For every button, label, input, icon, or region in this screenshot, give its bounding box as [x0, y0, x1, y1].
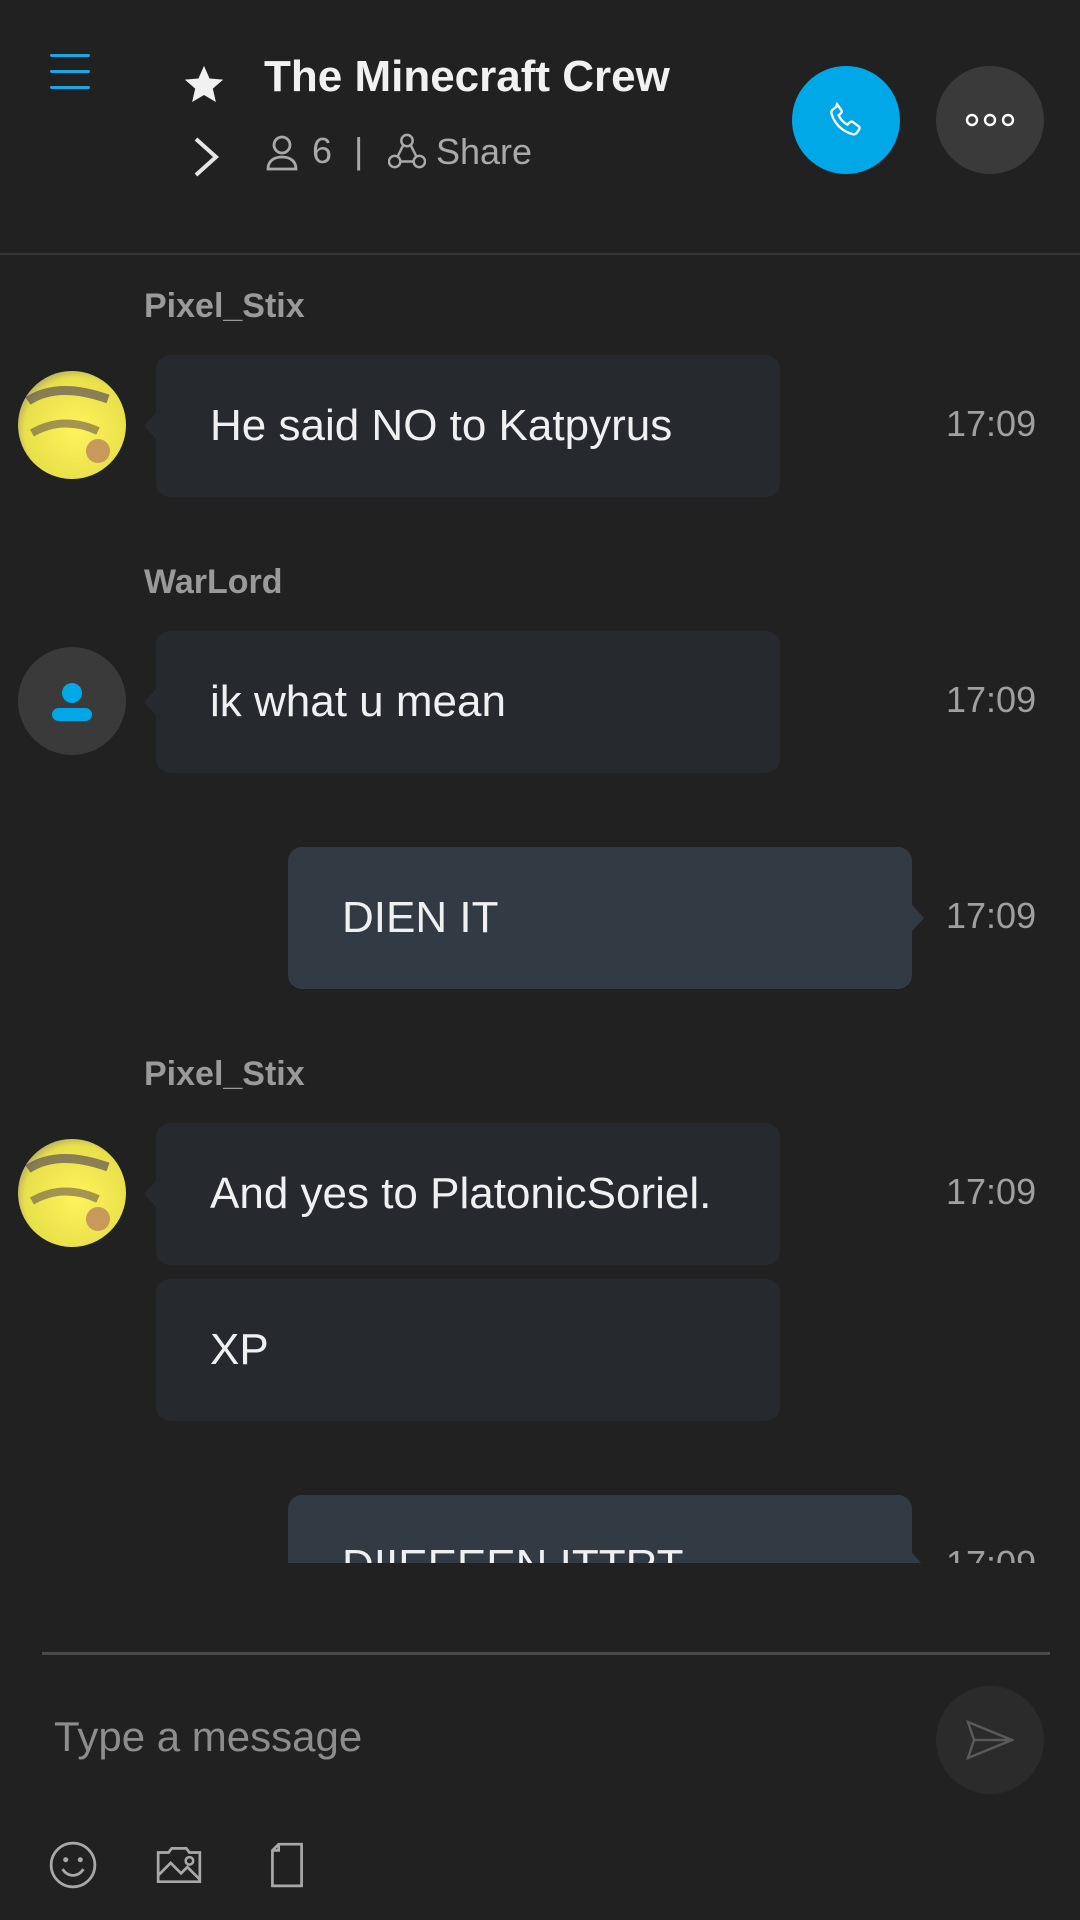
message-text: ik what u mean: [210, 677, 506, 726]
message-bubble[interactable]: He said NO to Katpyrus: [144, 355, 780, 497]
emoji-icon[interactable]: [48, 1840, 98, 1890]
header-separator: |: [354, 130, 364, 171]
send-button[interactable]: [936, 1686, 1044, 1794]
more-icon: [965, 113, 1015, 127]
pixel-stix-avatar-icon: [18, 1139, 126, 1247]
avatar[interactable]: [18, 647, 126, 755]
sender-name: Pixel_Stix: [144, 1055, 305, 1093]
message-text: XP: [210, 1325, 269, 1374]
message-bubble-outgoing[interactable]: DIIEEEEN ITTRT: [288, 1495, 924, 1563]
bubble-notch: [912, 905, 924, 931]
message-text: DIEN IT: [342, 893, 499, 942]
default-user-avatar-icon: [52, 683, 92, 721]
phone-icon: [830, 101, 861, 136]
message-list[interactable]: Pixel_Stix He said NO to Katpyrus 17:09 …: [0, 255, 1080, 1563]
message-bubble[interactable]: XP: [156, 1279, 780, 1421]
message-bubble-outgoing[interactable]: DIEN IT: [288, 847, 924, 989]
bubble-notch: [144, 413, 156, 439]
share-label: Share: [436, 131, 533, 172]
pixel-stix-avatar-icon: [18, 371, 126, 479]
menu-icon[interactable]: [48, 52, 96, 92]
call-button[interactable]: [792, 66, 900, 174]
bubble-notch: [912, 1553, 924, 1563]
message-time: 17:09: [946, 679, 1037, 720]
sender-name: Pixel_Stix: [144, 287, 305, 325]
avatar[interactable]: [18, 1139, 126, 1247]
send-icon: [966, 1720, 1014, 1760]
chevron-right-icon[interactable]: [190, 135, 222, 179]
chat-header: The Minecraft Crew 6 | Share: [0, 0, 1080, 255]
message-time: 17:09: [946, 1543, 1036, 1563]
person-icon: [266, 135, 298, 171]
file-icon[interactable]: [262, 1840, 312, 1890]
message-input[interactable]: [54, 1700, 914, 1774]
sender-name: WarLord: [144, 563, 283, 601]
message-bubble[interactable]: ik what u mean: [144, 631, 780, 773]
message-time: 17:09: [946, 403, 1037, 444]
image-icon[interactable]: [154, 1840, 204, 1890]
more-options-button[interactable]: [936, 66, 1044, 174]
message-text: He said NO to Katpyrus: [210, 401, 673, 450]
message-time: 17:09: [946, 1171, 1037, 1212]
message-time: 17:09: [946, 895, 1037, 936]
message-text: And yes to PlatonicSoriel.: [210, 1169, 712, 1218]
message-text: DIIEEEEN ITTRT: [342, 1495, 683, 1563]
share-icon: [388, 133, 426, 169]
bubble-notch: [144, 1181, 156, 1207]
share-button[interactable]: Share: [388, 130, 532, 174]
avatar[interactable]: [18, 371, 126, 479]
member-count[interactable]: 6: [312, 130, 332, 172]
bubble-notch: [144, 689, 156, 715]
message-bubble[interactable]: And yes to PlatonicSoriel.: [144, 1123, 780, 1265]
star-icon[interactable]: [180, 62, 228, 108]
chat-title[interactable]: The Minecraft Crew: [264, 52, 670, 102]
composer-divider: [42, 1652, 1050, 1655]
